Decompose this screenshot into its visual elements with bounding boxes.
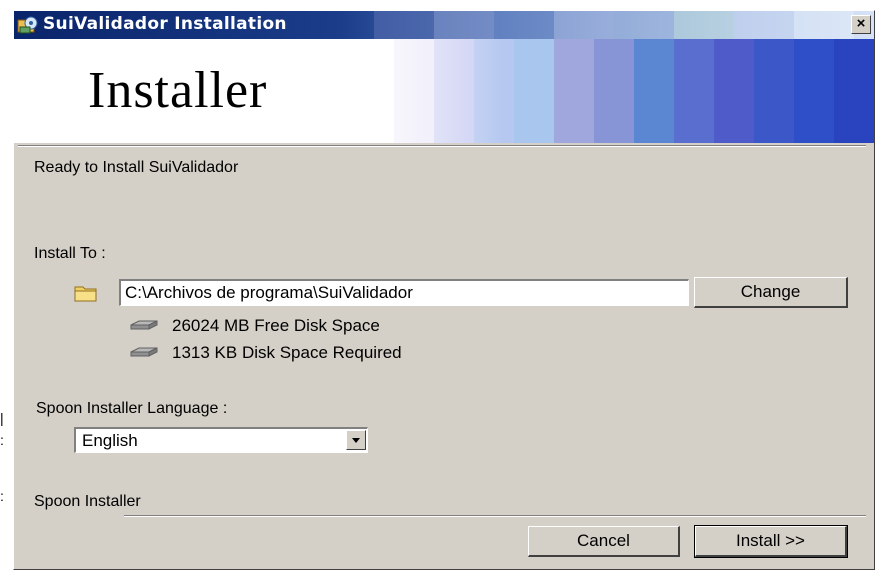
installer-window: SuiValidador Installation × Installer Re… bbox=[13, 10, 875, 570]
edge-mark: | bbox=[0, 410, 4, 426]
header-banner: Installer bbox=[14, 39, 874, 143]
install-to-label: Install To : bbox=[34, 245, 106, 262]
language-selected-value: English bbox=[82, 431, 138, 450]
install-button[interactable]: Install >> bbox=[694, 525, 848, 558]
hard-drive-icon bbox=[130, 320, 158, 330]
chevron-down-icon[interactable] bbox=[346, 430, 366, 450]
banner-fade bbox=[344, 39, 504, 143]
title-decoration bbox=[374, 11, 854, 39]
free-space-text: 26024 MB Free Disk Space bbox=[172, 316, 380, 335]
installer-icon bbox=[17, 16, 38, 34]
close-button[interactable]: × bbox=[851, 15, 871, 34]
page-heading: Ready to Install SuiValidador bbox=[34, 159, 239, 176]
install-path-input[interactable] bbox=[119, 279, 689, 306]
hard-drive-icon bbox=[130, 347, 158, 357]
language-label: Spoon Installer Language : bbox=[36, 400, 228, 417]
header-divider bbox=[18, 145, 866, 147]
folder-icon bbox=[74, 286, 97, 302]
change-button[interactable]: Change bbox=[694, 277, 848, 308]
cancel-button[interactable]: Cancel bbox=[528, 526, 680, 557]
required-space-text: 1313 KB Disk Space Required bbox=[172, 343, 402, 362]
banner-title: Installer bbox=[88, 62, 268, 119]
title-bar[interactable]: SuiValidador Installation × bbox=[14, 11, 874, 39]
language-select[interactable]: English bbox=[74, 427, 368, 453]
window-title: SuiValidador Installation bbox=[43, 14, 287, 34]
edge-mark: : bbox=[0, 488, 4, 504]
footer-brand: Spoon Installer bbox=[34, 493, 141, 510]
edge-mark: : bbox=[0, 432, 4, 448]
footer-divider bbox=[124, 515, 866, 517]
